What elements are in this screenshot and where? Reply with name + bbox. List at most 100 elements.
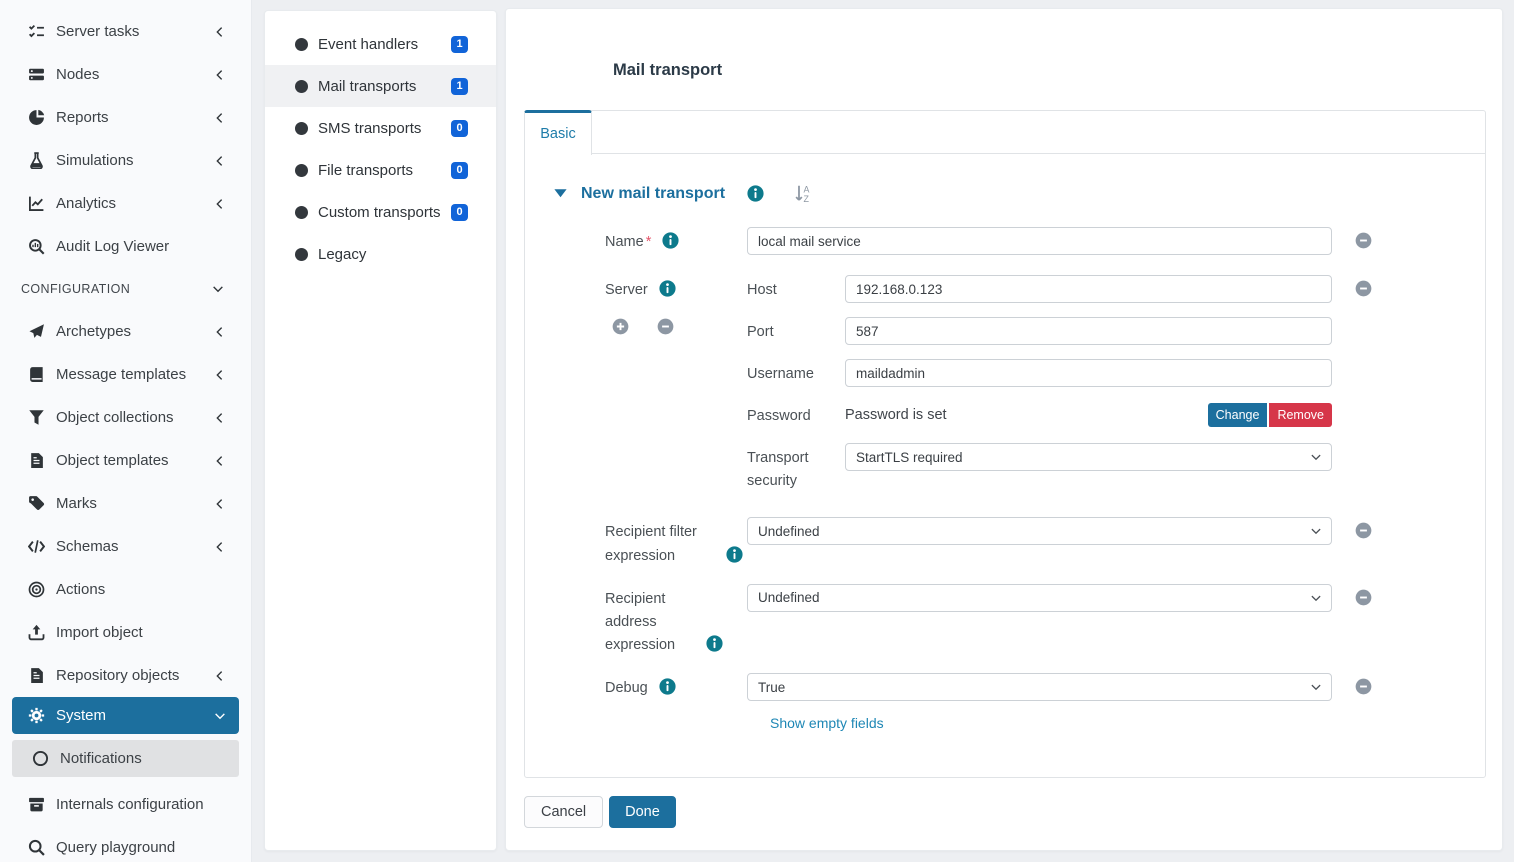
sidebar-item-object-collections[interactable]: Object collections — [0, 396, 251, 439]
upload-icon — [28, 624, 45, 641]
sidebar-item-notifications[interactable]: Notifications — [12, 740, 239, 777]
sidebar: Server tasks Nodes Reports Simulations A… — [0, 0, 252, 862]
sidebar-item-marks[interactable]: Marks — [0, 482, 251, 525]
show-empty-fields-link[interactable]: Show empty fields — [770, 715, 884, 731]
sidebar-item-object-templates[interactable]: Object templates — [0, 439, 251, 482]
count-badge: 0 — [451, 120, 468, 137]
host-label: Host — [747, 275, 845, 303]
list-item-mail-transports[interactable]: Mail transports 1 — [265, 65, 496, 107]
recipient-filter-label: Recipient filter expression — [605, 521, 715, 567]
form-title: New mail transport — [581, 185, 725, 203]
svg-text:Z: Z — [804, 194, 810, 203]
change-password-button[interactable]: Change — [1208, 403, 1268, 427]
sidebar-item-import-object[interactable]: Import object — [0, 611, 251, 654]
recipient-address-select[interactable]: Undefined — [747, 584, 1332, 612]
info-icon[interactable] — [747, 185, 764, 202]
count-badge: 0 — [451, 162, 468, 179]
sidebar-item-analytics[interactable]: Analytics — [0, 182, 251, 225]
chevron-left-icon — [214, 112, 226, 124]
mail-transport-panel: Mail transport Basic New mail transport … — [505, 8, 1503, 851]
username-input[interactable] — [845, 359, 1332, 387]
sidebar-item-reports[interactable]: Reports — [0, 96, 251, 139]
bullet-icon — [295, 164, 308, 177]
port-input[interactable] — [845, 317, 1332, 345]
minus-circle-icon[interactable] — [1355, 522, 1372, 539]
debug-label: Debug — [605, 680, 648, 696]
document-icon — [28, 667, 45, 684]
bullet-icon — [295, 38, 308, 51]
sidebar-item-server-tasks[interactable]: Server tasks — [0, 10, 251, 53]
name-input[interactable] — [747, 227, 1332, 255]
minus-circle-icon[interactable] — [1355, 678, 1372, 695]
tab-basic[interactable]: Basic — [524, 110, 592, 155]
plus-circle-icon[interactable] — [612, 318, 629, 335]
minus-circle-icon[interactable] — [1355, 232, 1372, 249]
count-badge: 1 — [451, 36, 468, 53]
sidebar-item-archetypes[interactable]: Archetypes — [0, 310, 251, 353]
info-icon[interactable] — [662, 232, 679, 249]
chevron-left-icon — [214, 369, 226, 381]
transport-type-list: Event handlers 1 Mail transports 1 SMS t… — [264, 10, 497, 851]
chevron-down-icon — [212, 283, 224, 295]
port-label: Port — [747, 317, 845, 345]
debug-select[interactable]: True — [747, 673, 1332, 701]
server-label: Server — [605, 282, 648, 298]
chevron-down-icon — [1310, 451, 1322, 463]
sidebar-item-actions[interactable]: Actions — [0, 568, 251, 611]
host-input[interactable] — [845, 275, 1332, 303]
minus-circle-icon[interactable] — [1355, 589, 1372, 606]
password-label: Password — [747, 401, 845, 429]
sidebar-item-message-templates[interactable]: Message templates — [0, 353, 251, 396]
caret-down-icon[interactable] — [553, 186, 568, 201]
remove-password-button[interactable]: Remove — [1269, 403, 1332, 427]
list-item-custom-transports[interactable]: Custom transports 0 — [265, 191, 496, 233]
list-item-legacy[interactable]: Legacy — [265, 233, 496, 275]
search-icon — [28, 839, 45, 856]
sidebar-item-audit-log-viewer[interactable]: Audit Log Viewer — [0, 225, 251, 268]
recipient-filter-select[interactable]: Undefined — [747, 517, 1332, 545]
nodes-icon — [28, 66, 45, 83]
chevron-left-icon — [214, 670, 226, 682]
chevron-down-icon — [1310, 525, 1322, 537]
info-icon[interactable] — [706, 635, 723, 652]
chevron-down-icon — [1310, 592, 1322, 604]
minus-circle-icon[interactable] — [657, 318, 674, 335]
field-row-recipient-address: Recipient address expression Undefined — [605, 584, 1485, 658]
page-title: Mail transport — [506, 9, 1502, 80]
list-item-sms-transports[interactable]: SMS transports 0 — [265, 107, 496, 149]
minus-circle-icon[interactable] — [1355, 280, 1372, 297]
sidebar-section-configuration[interactable]: CONFIGURATION — [0, 268, 251, 310]
list-item-file-transports[interactable]: File transports 0 — [265, 149, 496, 191]
cancel-button[interactable]: Cancel — [524, 796, 603, 828]
required-marker: * — [646, 234, 652, 250]
archive-icon — [28, 796, 45, 813]
sidebar-item-internals-configuration[interactable]: Internals configuration — [0, 783, 251, 826]
transport-security-select[interactable]: StartTLS required — [845, 443, 1332, 471]
info-icon[interactable] — [659, 280, 676, 297]
sidebar-item-repository-objects[interactable]: Repository objects — [0, 654, 251, 697]
info-icon[interactable] — [659, 678, 676, 695]
sidebar-item-query-playground[interactable]: Query playground — [0, 826, 251, 862]
gear-icon — [28, 707, 45, 724]
count-badge: 0 — [451, 204, 468, 221]
tasks-icon — [28, 23, 45, 40]
done-button[interactable]: Done — [609, 796, 676, 828]
name-label: Name — [605, 234, 644, 250]
chevron-left-icon — [214, 455, 226, 467]
info-icon[interactable] — [726, 546, 743, 563]
bullet-icon — [295, 206, 308, 219]
sidebar-item-simulations[interactable]: Simulations — [0, 139, 251, 182]
chevron-left-icon — [214, 69, 226, 81]
chevron-left-icon — [214, 198, 226, 210]
sidebar-item-schemas[interactable]: Schemas — [0, 525, 251, 568]
sidebar-item-system[interactable]: System — [12, 697, 239, 734]
chevron-down-icon — [1310, 681, 1322, 693]
chevron-left-icon — [214, 541, 226, 553]
chevron-left-icon — [214, 326, 226, 338]
username-label: Username — [747, 359, 845, 387]
pie-chart-icon — [28, 109, 45, 126]
sidebar-item-nodes[interactable]: Nodes — [0, 53, 251, 96]
chevron-left-icon — [214, 498, 226, 510]
sort-alpha-icon[interactable]: AZ — [794, 184, 813, 203]
list-item-event-handlers[interactable]: Event handlers 1 — [265, 23, 496, 65]
